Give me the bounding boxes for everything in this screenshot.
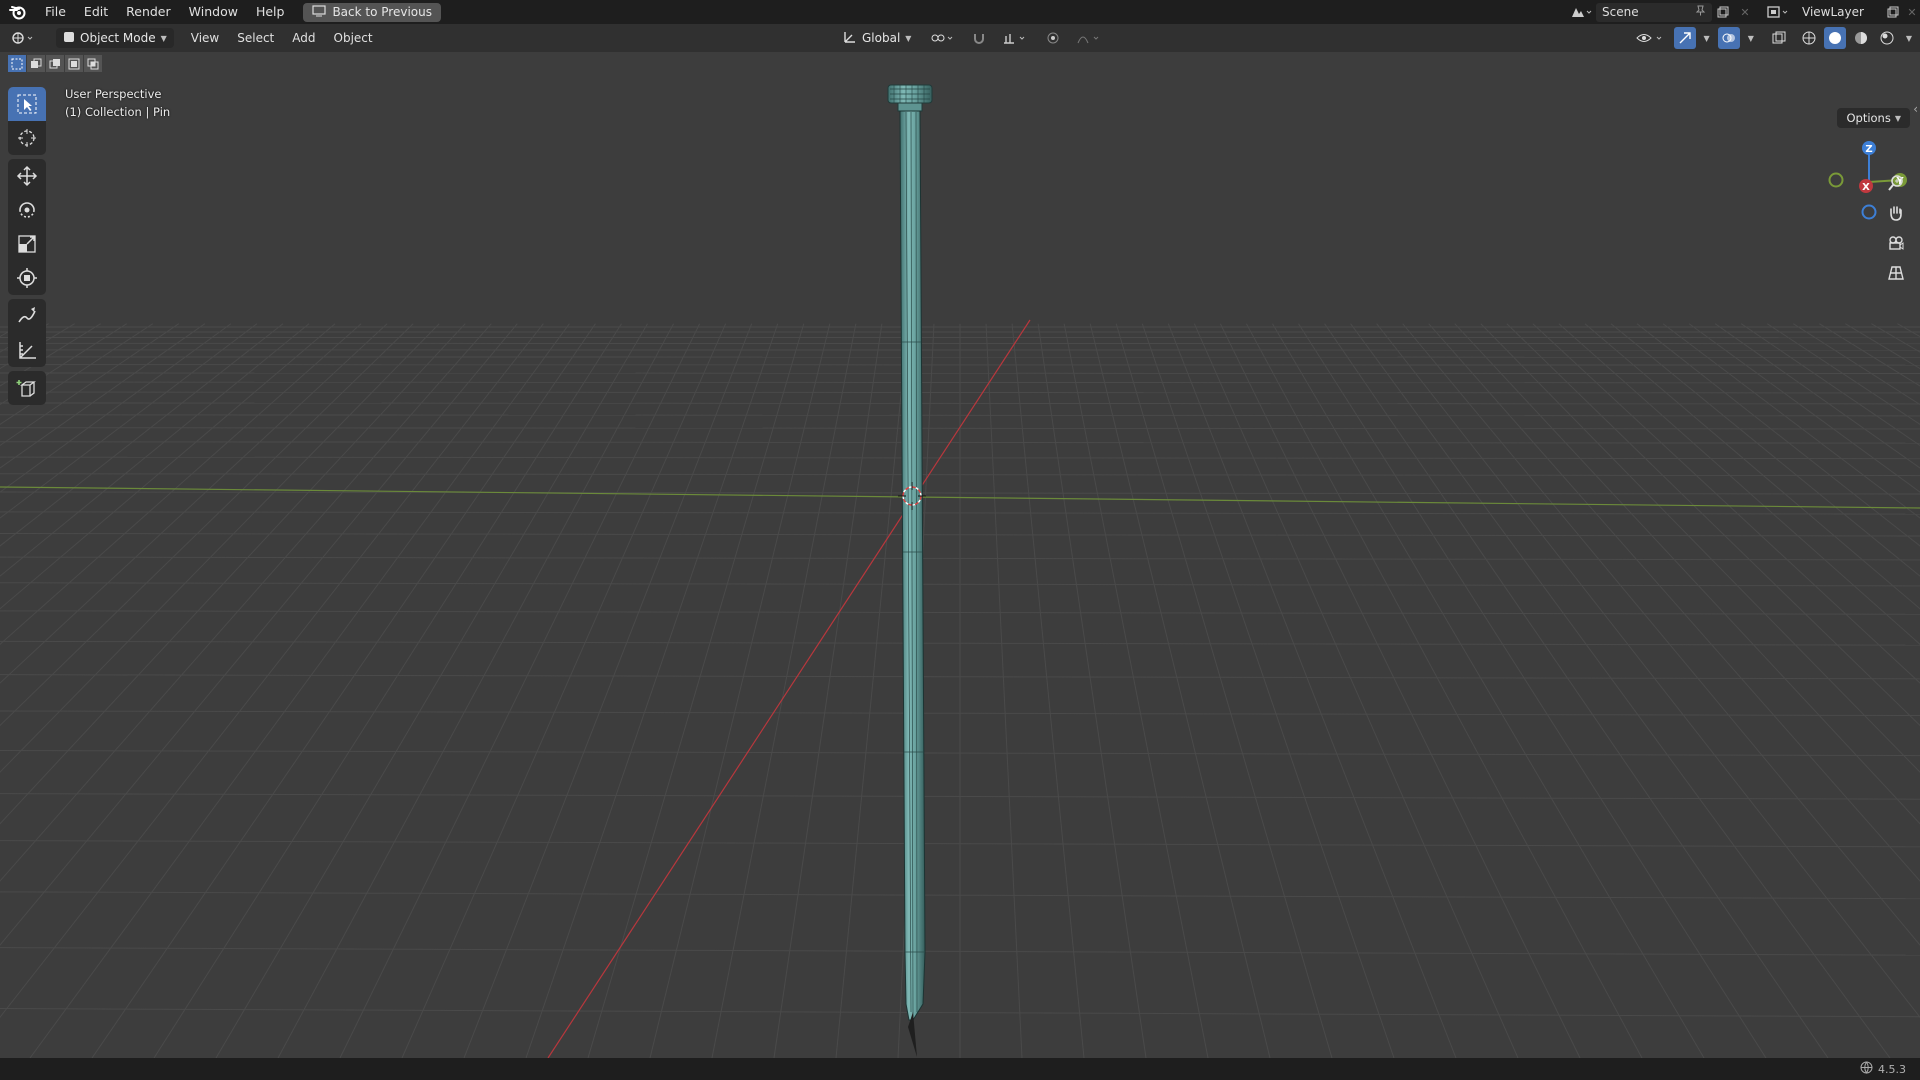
orientation-label: Global [862, 31, 901, 45]
snap-target-icon[interactable] [998, 27, 1034, 49]
z-axis-label: Z [1865, 144, 1872, 155]
select-box-tool-icon[interactable] [8, 87, 46, 121]
back-to-previous-button[interactable]: Back to Previous [303, 2, 441, 22]
solid-shading-icon[interactable] [1823, 27, 1846, 49]
options-label: Options [1846, 111, 1891, 125]
back-to-previous-label: Back to Previous [332, 5, 432, 19]
status-bar: 4.5.3 [0, 1058, 1920, 1080]
pan-hand-icon[interactable] [1882, 200, 1910, 226]
perspective-label: User Perspective [65, 87, 162, 101]
pivot-point-icon[interactable] [926, 27, 960, 49]
scene-name-field[interactable]: Scene [1596, 2, 1712, 22]
menu-add[interactable]: Add [283, 31, 324, 45]
menu-render[interactable]: Render [117, 0, 180, 24]
select-new-icon[interactable] [8, 55, 26, 72]
add-cube-tool-icon[interactable] [8, 371, 46, 405]
chevron-down-icon: ▼ [160, 33, 167, 43]
select-invert-icon[interactable] [65, 55, 83, 72]
scale-tool-icon[interactable] [8, 227, 46, 261]
wireframe-shading-icon[interactable] [1798, 27, 1820, 49]
object-mode-icon [63, 31, 75, 46]
scene-selector-icon[interactable] [1566, 3, 1596, 22]
mode-dropdown[interactable]: Object Mode ▼ [56, 28, 174, 48]
back-screen-icon [312, 4, 327, 20]
gizmo-dropdown-icon[interactable]: ▼ [1700, 27, 1714, 49]
3d-viewport[interactable]: User Perspective (1) Collection | Pin Op… [0, 52, 1920, 1058]
perspective-toggle-icon[interactable] [1882, 260, 1910, 286]
network-globe-icon [1860, 1061, 1873, 1077]
chevron-down-icon: ▼ [1894, 113, 1901, 123]
select-intersect-icon[interactable] [84, 55, 102, 72]
overlays-toggle-icon[interactable] [1717, 27, 1740, 49]
view-layer-name: ViewLayer [1802, 5, 1864, 19]
cursor-tool-icon[interactable] [8, 121, 46, 155]
remove-view-layer-icon[interactable]: ✕ [1904, 3, 1920, 22]
rendered-shading-icon[interactable] [1876, 27, 1898, 49]
xray-toggle-icon[interactable] [1768, 27, 1790, 49]
proportional-editing-icon[interactable] [1042, 27, 1064, 49]
scene-name: Scene [1602, 5, 1639, 19]
gizmo-toggle-icon[interactable] [1673, 27, 1696, 49]
select-extend-icon[interactable] [27, 55, 45, 72]
annotate-tool-icon[interactable] [8, 299, 46, 333]
select-subtract-icon[interactable] [46, 55, 64, 72]
chevron-down-icon: ▼ [905, 33, 912, 43]
viewport-grid [0, 84, 1920, 1058]
version-info: 4.5.3 [1860, 1061, 1920, 1077]
object-label: (1) Collection | Pin [65, 105, 171, 119]
visibility-icon[interactable] [1632, 27, 1670, 49]
menu-file[interactable]: File [36, 0, 75, 24]
falloff-icon[interactable] [1072, 27, 1108, 49]
overlays-dropdown-icon[interactable]: ▼ [1744, 27, 1758, 49]
pin-mesh[interactable] [887, 84, 933, 1057]
viewport-display-controls: ▼ ▼ ▼ [1632, 27, 1916, 49]
version-label: 4.5.3 [1878, 1062, 1906, 1076]
viewport-header: Object Mode ▼ View Select Add Object Glo… [0, 24, 1920, 52]
snap-toggle-icon[interactable] [968, 27, 990, 49]
material-preview-icon[interactable] [1850, 27, 1872, 49]
transform-tool-icon[interactable] [8, 261, 46, 295]
selection-mode-buttons [8, 55, 102, 72]
neg-z-axis-handle[interactable] [1861, 204, 1877, 220]
neg-y-axis-handle[interactable] [1828, 172, 1844, 188]
shading-dropdown-icon[interactable]: ▼ [1902, 27, 1916, 49]
tool-shelf [8, 87, 46, 409]
orientation-dropdown[interactable]: Global ▼ [836, 28, 918, 48]
orientation-icon [843, 30, 857, 47]
remove-scene-icon[interactable]: ✕ [1734, 3, 1756, 22]
x-axis-label: X [1862, 182, 1870, 193]
measure-tool-icon[interactable] [8, 333, 46, 367]
pin-icon[interactable] [1695, 5, 1706, 19]
menu-window[interactable]: Window [180, 0, 247, 24]
rotate-tool-icon[interactable] [8, 193, 46, 227]
editor-type-icon[interactable] [0, 27, 48, 49]
top-menu-bar: File Edit Render Window Help Back to Pre… [0, 0, 1920, 24]
menu-edit[interactable]: Edit [75, 0, 117, 24]
options-dropdown[interactable]: Options ▼ [1837, 108, 1910, 128]
x-axis-line [547, 319, 1031, 1058]
scene-controls: Scene ✕ ViewLayer ✕ [1566, 0, 1920, 24]
mode-label: Object Mode [80, 31, 156, 45]
menu-object[interactable]: Object [325, 31, 382, 45]
transform-controls: Global ▼ [836, 27, 1108, 49]
view-layer-selector-icon[interactable] [1762, 3, 1796, 22]
zoom-icon[interactable] [1882, 170, 1910, 196]
sidebar-toggle-icon[interactable]: ‹ [1913, 102, 1918, 116]
menu-view[interactable]: View [182, 31, 228, 45]
view-layer-name-field[interactable]: ViewLayer [1796, 3, 1882, 22]
new-view-layer-icon[interactable] [1882, 3, 1904, 22]
camera-view-icon[interactable] [1882, 230, 1910, 256]
blender-logo-icon[interactable] [0, 0, 36, 24]
menu-help[interactable]: Help [247, 0, 294, 24]
new-scene-icon[interactable] [1712, 3, 1734, 22]
move-tool-icon[interactable] [8, 159, 46, 193]
menu-select[interactable]: Select [228, 31, 283, 45]
